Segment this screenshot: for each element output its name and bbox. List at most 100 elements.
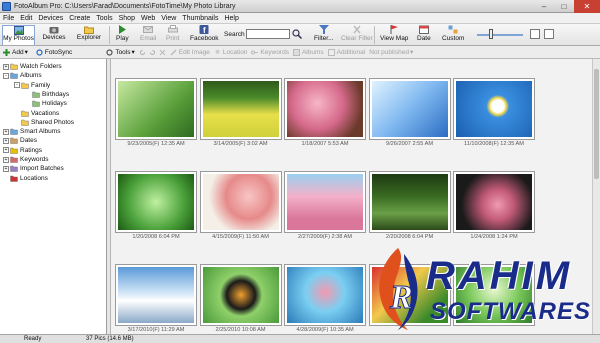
thumbnail-frame[interactable] xyxy=(199,78,282,140)
thumbnail-frame[interactable] xyxy=(115,264,197,326)
expand-icon[interactable]: + xyxy=(3,156,9,163)
tree-item-label: Birthdays xyxy=(42,90,70,98)
folder-icon xyxy=(10,63,18,70)
filter-button[interactable]: Filter... xyxy=(314,25,334,45)
thumbnail-frame[interactable] xyxy=(368,78,451,140)
thumbnail-frame[interactable] xyxy=(453,78,535,140)
thumbnail-image[interactable] xyxy=(118,81,194,137)
thumbnail-frame[interactable] xyxy=(453,171,535,233)
expand-icon[interactable]: + xyxy=(3,63,9,70)
search-icon[interactable] xyxy=(292,29,302,39)
tab-devices[interactable]: Devices xyxy=(40,25,68,45)
thumbnail-image[interactable] xyxy=(287,81,363,137)
menu-shop[interactable]: Shop xyxy=(116,15,138,22)
menu-web[interactable]: Web xyxy=(138,15,158,22)
thumbnail-size-slider[interactable] xyxy=(477,34,523,36)
thumbnail-frame[interactable] xyxy=(284,171,366,233)
collapse-icon[interactable]: - xyxy=(3,72,9,79)
tree-item[interactable]: + Smart Albums xyxy=(3,127,60,136)
thumbnail-frame[interactable] xyxy=(199,264,282,326)
menu-help[interactable]: Help xyxy=(221,15,241,22)
publish-status-dropdown[interactable]: Not published ▾ xyxy=(369,48,413,57)
expand-icon[interactable]: + xyxy=(3,147,9,154)
play-button[interactable]: Play xyxy=(116,25,129,45)
maximize-icon[interactable]: □ xyxy=(554,0,574,13)
delete-icon[interactable] xyxy=(159,49,166,56)
thumbnail-image[interactable] xyxy=(371,174,448,230)
tree-item[interactable]: - Family xyxy=(14,81,50,90)
tree-item[interactable]: + Watch Folders xyxy=(3,62,62,71)
tree-item[interactable]: Vacations xyxy=(14,109,59,118)
scroll-thumb[interactable] xyxy=(594,69,599,179)
folder-icon xyxy=(84,26,94,34)
thumbnail-image[interactable] xyxy=(202,174,279,230)
thumbnail-caption: 3/17/2010(F) 11:29 AM xyxy=(127,327,185,333)
clear-filter-button[interactable]: Clear Filter xyxy=(341,25,373,45)
tree-item[interactable]: - Albums xyxy=(3,71,42,80)
custom-sort-button[interactable]: Custom xyxy=(442,25,464,45)
menu-devices[interactable]: Devices xyxy=(35,15,66,22)
view-mode-details-icon[interactable] xyxy=(544,29,554,39)
keywords-button[interactable]: Keywords xyxy=(251,49,289,56)
expand-icon[interactable]: + xyxy=(3,128,9,135)
tree-item[interactable]: Locations xyxy=(3,174,48,183)
albums-button[interactable]: Albums xyxy=(292,48,324,56)
menu-tools[interactable]: Tools xyxy=(93,15,115,22)
tree-item[interactable]: + Import Batches xyxy=(3,164,64,173)
thumbnail-frame[interactable] xyxy=(284,264,366,326)
location-button[interactable]: Location xyxy=(214,49,247,56)
tree-item[interactable]: + Keywords xyxy=(3,155,49,164)
tree-item[interactable]: + Dates xyxy=(3,136,37,145)
envelope-icon xyxy=(143,26,154,33)
view-map-button[interactable]: View Map xyxy=(380,25,408,45)
folder-icon xyxy=(10,128,18,135)
thumbnail-frame[interactable] xyxy=(368,171,451,233)
print-button[interactable]: Print xyxy=(166,25,179,45)
tab-my-photos[interactable]: My Photos xyxy=(2,25,35,45)
menu-file[interactable]: File xyxy=(0,15,17,22)
thumbnail-image[interactable] xyxy=(456,174,532,230)
thumbnail-image[interactable] xyxy=(287,267,363,323)
thumbnail-image[interactable] xyxy=(287,174,363,230)
tab-explorer[interactable]: Explorer xyxy=(74,25,104,45)
tree-item[interactable]: + Ratings xyxy=(3,146,42,155)
thumbnail-frame[interactable] xyxy=(115,171,197,233)
tree-item[interactable]: Holidays xyxy=(25,99,67,108)
fotosync-button[interactable]: FotoSync xyxy=(36,49,72,56)
menu-edit[interactable]: Edit xyxy=(17,15,35,22)
add-button[interactable]: Add ▾ xyxy=(3,48,28,56)
collapse-icon[interactable]: - xyxy=(14,82,20,89)
minimize-icon[interactable]: – xyxy=(534,0,554,13)
thumbnail-image[interactable] xyxy=(202,267,279,323)
rotate-left-icon[interactable] xyxy=(139,49,146,56)
thumbnail-caption: 1/20/2008 6:04 PM xyxy=(132,234,180,240)
menu-create[interactable]: Create xyxy=(66,15,93,22)
view-mode-thumbnails-icon[interactable] xyxy=(530,29,540,39)
expand-icon[interactable]: + xyxy=(3,165,9,172)
pin-icon xyxy=(215,49,220,54)
thumbnail-image[interactable] xyxy=(118,267,194,323)
thumbnail-frame[interactable] xyxy=(284,78,366,140)
tree-item[interactable]: Birthdays xyxy=(25,90,69,99)
search-input[interactable] xyxy=(246,29,290,39)
thumbnail-image[interactable] xyxy=(456,81,532,137)
close-icon[interactable]: ✕ xyxy=(574,0,600,13)
email-button[interactable]: Email xyxy=(140,25,156,45)
menu-thumbnails[interactable]: Thumbnails xyxy=(179,15,221,22)
additional-button[interactable]: Additional xyxy=(327,48,365,56)
thumbnail-frame[interactable] xyxy=(115,78,197,140)
thumbnail-image[interactable] xyxy=(202,81,279,137)
slider-thumb[interactable] xyxy=(489,29,493,39)
rotate-right-icon[interactable] xyxy=(149,49,156,56)
expand-icon[interactable]: + xyxy=(3,137,9,144)
date-sort-button[interactable]: Date xyxy=(417,25,431,45)
tools-dropdown[interactable]: Tools ▾ xyxy=(106,48,135,56)
thumbnail-image[interactable] xyxy=(371,81,448,137)
thumbnail-frame[interactable] xyxy=(199,171,282,233)
facebook-button[interactable]: f Facebook xyxy=(190,25,219,45)
tree-item-label: Import Batches xyxy=(20,165,64,173)
thumbnail-image[interactable] xyxy=(118,174,194,230)
tree-item[interactable]: Shared Photos xyxy=(14,118,74,127)
edit-image-button[interactable]: Edit Image xyxy=(170,49,210,56)
menu-view[interactable]: View xyxy=(158,15,179,22)
